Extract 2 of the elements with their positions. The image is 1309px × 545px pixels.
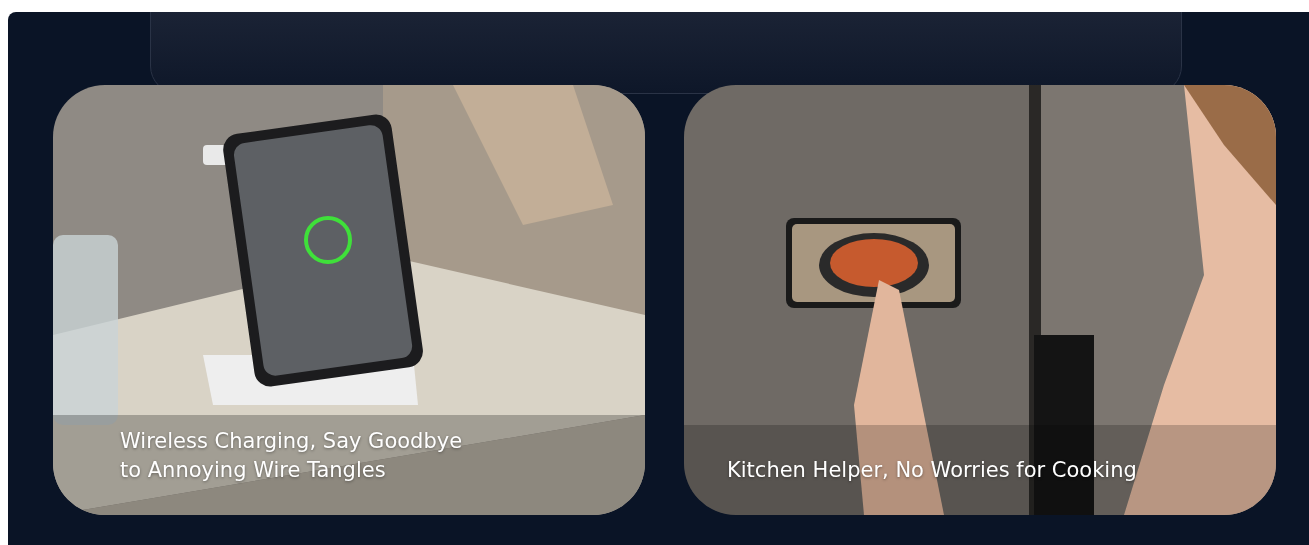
card-caption: Kitchen Helper, No Worries for Cooking [727, 457, 1138, 484]
card-caption: Wireless Charging, Say Goodbye to Annoying Wire Tangles [120, 428, 464, 484]
